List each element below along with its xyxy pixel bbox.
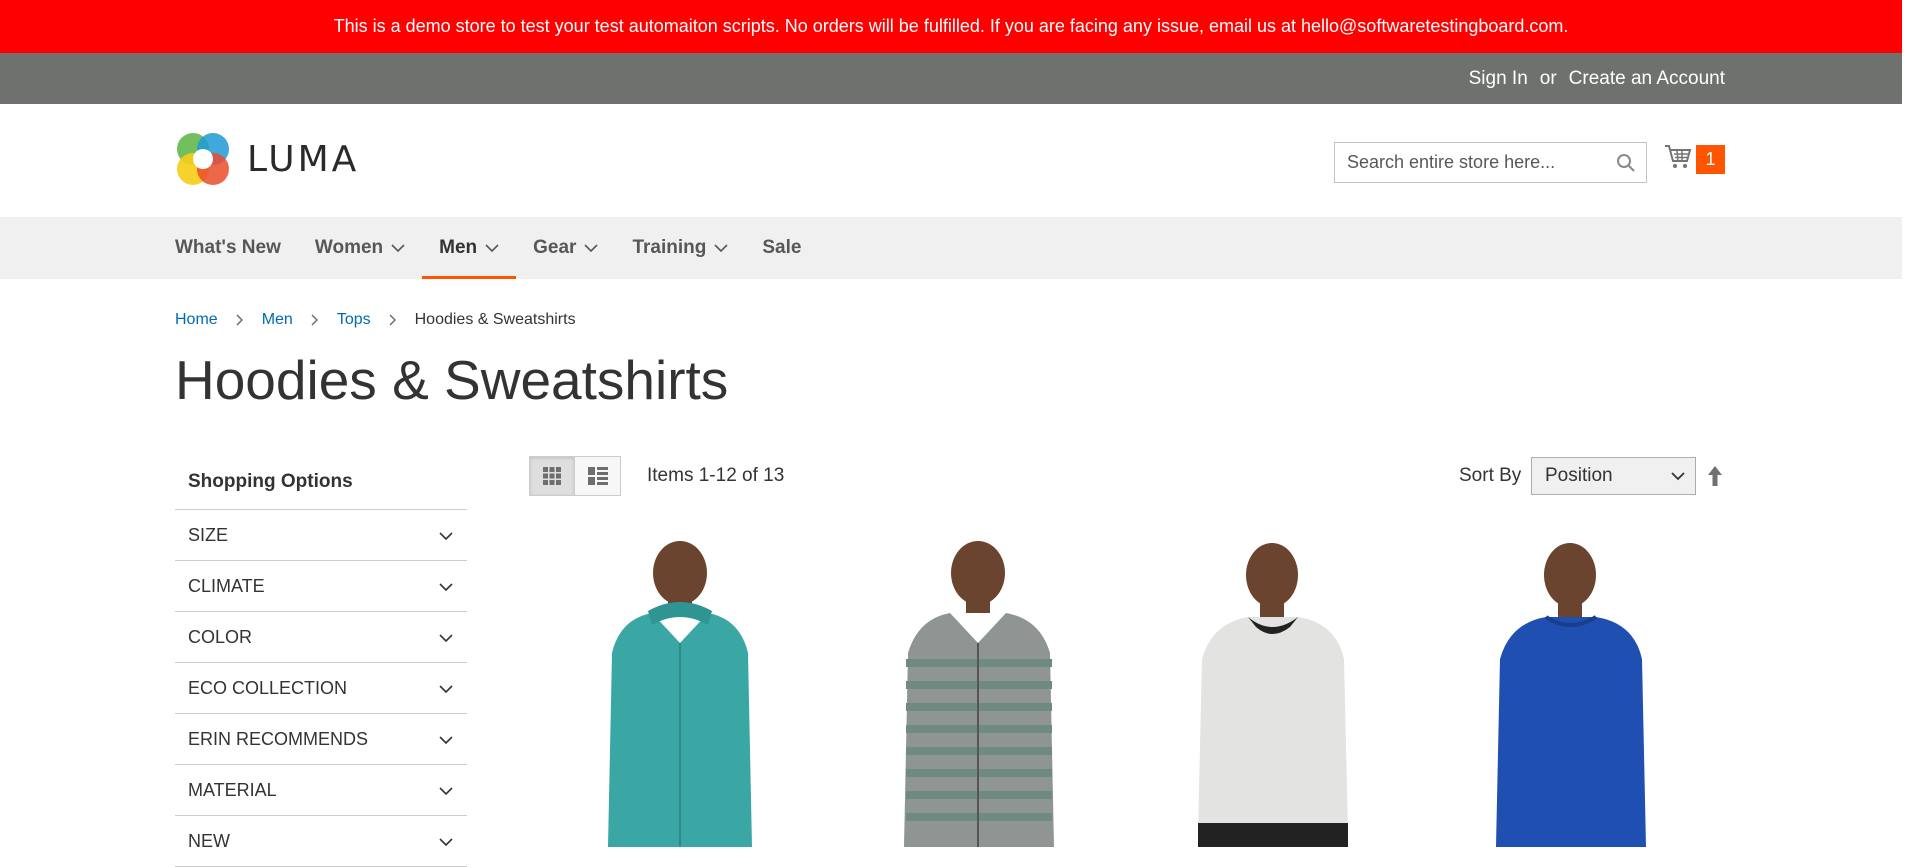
header-links: Sign In or Create an Account xyxy=(1469,53,1725,104)
breadcrumb-current: Hoodies & Sweatshirts xyxy=(414,311,576,328)
list-icon xyxy=(587,467,608,485)
toolbar-amount: Items 1-12 of 13 xyxy=(647,465,785,486)
chevron-down-icon xyxy=(391,243,405,253)
chevron-down-icon xyxy=(1671,471,1685,480)
shopping-options-title: Shopping Options xyxy=(175,455,467,510)
chevron-down-icon xyxy=(439,678,453,699)
breadcrumb-link[interactable]: Home xyxy=(175,311,218,329)
filter-erin-recommends[interactable]: ERIN RECOMMENDS xyxy=(175,714,467,765)
filter-label: CLIMATE xyxy=(188,575,265,596)
filter-label: SIZE xyxy=(188,524,229,545)
page-header: LUMA 1 xyxy=(0,104,1902,217)
list-view-button[interactable] xyxy=(575,456,621,496)
main-navigation: What's New Women Men Gear Training Sale xyxy=(0,217,1902,279)
cart-count-badge: 1 xyxy=(1696,145,1725,174)
product-item[interactable] xyxy=(1140,533,1380,847)
sort-by-value: Position xyxy=(1545,465,1613,486)
nav-item-label: Women xyxy=(314,237,384,258)
nav-item-men[interactable]: Men xyxy=(422,217,517,279)
chevron-down-icon xyxy=(439,525,453,546)
nav-items: What's New Women Men Gear Training Sale xyxy=(175,217,818,279)
chevron-down-icon xyxy=(714,243,728,253)
grid-icon xyxy=(543,467,561,485)
filter-label: ECO COLLECTION xyxy=(188,677,348,698)
product-image[interactable] xyxy=(840,533,1080,847)
product-grid xyxy=(540,533,1720,847)
product-item[interactable] xyxy=(540,533,780,847)
breadcrumb-link[interactable]: Tops xyxy=(337,311,371,329)
nav-item-training[interactable]: Training xyxy=(615,217,745,279)
filter-new[interactable]: NEW xyxy=(175,816,467,867)
nav-item-label: Men xyxy=(439,237,478,258)
filter-label: MATERIAL xyxy=(188,779,277,800)
nav-item-label: Training xyxy=(632,237,707,258)
create-account-link[interactable]: Create an Account xyxy=(1569,68,1725,90)
store-logo[interactable]: LUMA xyxy=(175,131,359,187)
filter-label: ERIN RECOMMENDS xyxy=(188,728,369,749)
cart-icon xyxy=(1664,144,1692,175)
breadcrumb: Home Men Tops Hoodies & Sweatshirts xyxy=(175,311,576,329)
view-modes xyxy=(529,456,621,496)
sort-by-select[interactable]: Position xyxy=(1531,457,1696,495)
products-toolbar: Items 1-12 of 13 Sort By Position xyxy=(529,456,1727,496)
product-image[interactable] xyxy=(1440,533,1680,847)
search-box xyxy=(1334,142,1647,183)
sign-in-link[interactable]: Sign In xyxy=(1469,68,1528,90)
minicart[interactable]: 1 xyxy=(1664,144,1725,175)
chevron-down-icon xyxy=(439,780,453,801)
filter-climate[interactable]: CLIMATE xyxy=(175,561,467,612)
filter-color[interactable]: COLOR xyxy=(175,612,467,663)
luma-logo-icon xyxy=(177,133,229,185)
filter-material[interactable]: MATERIAL xyxy=(175,765,467,816)
nav-item-label: Gear xyxy=(533,237,577,258)
product-item[interactable] xyxy=(840,533,1080,847)
product-item[interactable] xyxy=(1440,533,1680,847)
filter-label: NEW xyxy=(188,830,230,851)
chevron-right-icon xyxy=(389,314,397,326)
nav-item-label: Sale xyxy=(762,237,802,258)
search-icon[interactable] xyxy=(1616,153,1636,178)
product-image[interactable] xyxy=(1140,533,1380,847)
filter-label: COLOR xyxy=(188,626,253,647)
filter-eco-collection[interactable]: ECO COLLECTION xyxy=(175,663,467,714)
chevron-right-icon xyxy=(311,314,319,326)
grid-view-button[interactable] xyxy=(529,456,575,496)
chevron-right-icon xyxy=(236,314,244,326)
arrow-up-icon xyxy=(1708,466,1722,486)
header-or-text: or xyxy=(1539,67,1557,89)
logo-text: LUMA xyxy=(247,138,360,180)
nav-item-sale[interactable]: Sale xyxy=(745,217,818,279)
sidebar-filters: Shopping Options SIZE CLIMATE COLOR ECO COL… xyxy=(175,455,467,867)
sort-direction-button[interactable] xyxy=(1707,465,1723,492)
header-top-bar: Sign In or Create an Account xyxy=(0,53,1902,104)
chevron-down-icon xyxy=(439,576,453,597)
nav-item-label: What's New xyxy=(175,237,281,258)
chevron-down-icon xyxy=(439,831,453,852)
page-title: Hoodies & Sweatshirts xyxy=(175,349,729,411)
search-input[interactable] xyxy=(1335,143,1595,182)
demo-notice-text: This is a demo store to test your test a… xyxy=(333,16,1569,36)
chevron-down-icon xyxy=(485,243,499,253)
demo-notice-bar: This is a demo store to test your test a… xyxy=(0,0,1902,53)
breadcrumb-link[interactable]: Men xyxy=(262,311,293,329)
sort-by-label: Sort By xyxy=(1459,465,1522,486)
product-image[interactable] xyxy=(540,533,780,847)
chevron-down-icon xyxy=(439,729,453,750)
nav-item-gear[interactable]: Gear xyxy=(516,217,615,279)
chevron-down-icon xyxy=(439,627,453,648)
chevron-down-icon xyxy=(584,243,599,253)
nav-item-women[interactable]: Women xyxy=(298,217,422,279)
filter-size[interactable]: SIZE xyxy=(175,510,467,561)
nav-item-what-s-new[interactable]: What's New xyxy=(175,217,298,279)
